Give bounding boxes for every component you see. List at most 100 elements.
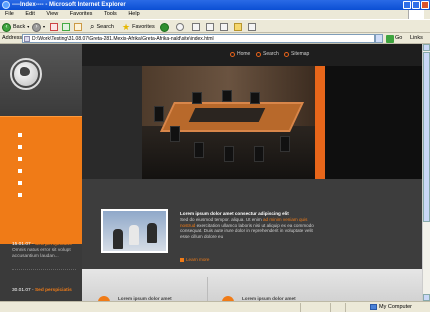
learn-more-link[interactable]: Learn more [180,257,210,262]
menu-view[interactable]: View [46,11,58,17]
nav-search[interactable]: Search [256,51,279,57]
minimize-button[interactable] [403,1,411,9]
print-button[interactable] [206,22,214,32]
folder-button[interactable] [234,22,242,32]
history-icon [176,23,184,31]
address-dropdown-icon[interactable] [375,34,383,43]
news-body: Omnis natus error sit volupt accusantium… [12,248,71,259]
back-button[interactable]: ‹ Back ▾ [2,22,29,32]
nav-sitemap[interactable]: Sitemap [284,51,309,57]
nav-bullet-5[interactable] [18,181,22,185]
nav-bullet-6[interactable] [18,193,22,197]
zone-label: My Computer [379,304,413,310]
title-bar: ----Index---- - Microsoft Internet Explo… [0,0,430,10]
news-headline[interactable]: Sed perspiciatis [35,242,72,247]
bottom-divider [207,277,208,301]
address-bar: Address D:\Work\Testing\31.08.07\Greta-2… [0,33,430,44]
scroll-thumb[interactable] [423,52,430,222]
home-icon [74,23,82,31]
messenger-icon [248,23,256,31]
feature-body-b: exercitation ullamco laboris nisi ut ali… [180,222,314,240]
bottom-section: Lorem ipsum dolor amet Lorem ipsum dolor… [82,269,422,301]
feature-body-a: Sed do eiusmod tempor. aliqua. Ut enim [180,216,262,222]
scroll-up-icon[interactable] [423,44,430,51]
hero-right-panel [325,66,422,179]
back-label: Back [13,24,26,30]
nav-home-label: Home [237,51,251,57]
feature-text: Lorem ipsum dolor amet consectur adipisc… [180,211,320,240]
address-input[interactable]: D:\Work\Testing\31.08.07\Greta-281.Mexis… [22,34,375,43]
news-item: 15.01.07 - Sed perspiciatis Omnis natus … [12,242,72,259]
favorites-button[interactable]: ★ Favorites [122,22,155,32]
vertical-scrollbar[interactable] [422,44,430,301]
back-dropdown-icon[interactable]: ▾ [27,22,29,32]
menu-edit[interactable]: Edit [25,11,34,17]
chair [254,146,264,162]
globe-logo-icon[interactable] [14,62,38,86]
folder-icon [234,23,242,31]
hero-left-panel [82,66,142,179]
search-icon: ⌕ [90,22,95,31]
nav-bullet-1[interactable] [18,133,22,137]
nav-sitemap-label: Sitemap [291,51,310,57]
scroll-down-icon[interactable] [423,294,430,301]
top-navigation: Home Search Sitemap [82,44,422,66]
nav-bullet-4[interactable] [18,169,22,173]
status-divider [330,303,331,312]
edit-button[interactable] [220,22,228,32]
nav-search-label: Search [263,51,279,57]
search-button[interactable]: ⌕ Search [90,22,114,32]
chair [192,92,202,104]
home-icon [230,51,235,57]
go-label: Go [395,35,403,41]
news-date: 30.01.07 [12,288,31,293]
menu-favorites[interactable]: Favorites [70,11,93,17]
refresh-button[interactable] [62,22,70,32]
stop-icon [50,23,58,31]
chair [170,126,180,142]
browser-window: ----Index---- - Microsoft Internet Explo… [0,0,430,312]
meeting-photo [101,209,168,253]
news-headline[interactable]: Sed perspiciatis [35,288,72,293]
home-button[interactable] [74,22,82,32]
address-url: D:\Work\Testing\31.08.07\Greta-281.Mexis… [32,36,214,42]
status-bar: My Computer [0,301,430,312]
bullet-icon [180,257,184,262]
back-arrow-icon: ‹ [2,22,11,32]
sitemap-icon [284,51,289,57]
nav-bullet-3[interactable] [18,157,22,161]
menu-tools[interactable]: Tools [104,11,117,17]
chair [224,146,234,162]
forward-dropdown-icon[interactable]: ▾ [43,22,45,32]
messenger-button[interactable] [248,22,256,32]
windows-logo-icon [408,10,424,19]
stop-button[interactable] [50,22,58,32]
status-divider [345,303,346,312]
mail-button[interactable] [192,22,200,32]
menu-file[interactable]: File [5,11,14,17]
close-button[interactable] [421,1,429,9]
computer-icon [370,304,377,310]
mail-icon [192,23,200,31]
nav-bullet-2[interactable] [18,145,22,149]
favorites-label: Favorites [132,24,155,30]
go-button[interactable]: Go [386,33,402,44]
menu-bar: File Edit View Favorites Tools Help [0,10,430,19]
maximize-button[interactable] [412,1,420,9]
history-button[interactable] [176,22,184,32]
links-button[interactable]: Links [410,33,423,44]
status-divider [300,303,301,312]
left-column: 15.01.07 - Sed perspiciatis Omnis natus … [0,44,82,301]
person [147,223,157,243]
search-icon [256,51,261,57]
news-date: 15.01.07 [12,242,31,247]
forward-button[interactable]: › ▾ [32,22,45,32]
menu-help[interactable]: Help [128,11,139,17]
person [113,229,123,249]
media-button[interactable] [160,22,169,32]
go-arrow-icon [386,34,394,43]
nav-home[interactable]: Home [230,51,250,57]
address-label: Address [2,35,23,41]
conference-table-center [188,108,266,122]
ie-icon [2,1,10,9]
